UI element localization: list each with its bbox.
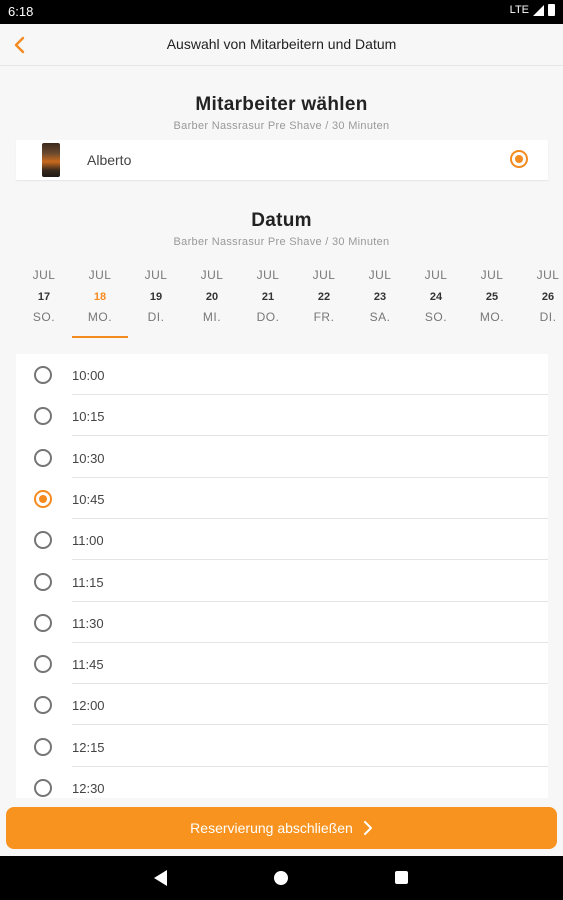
time-slot-list: 10:00 10:15 10:30 10:45 11:00 11:15 11:30 11:45… xyxy=(16,354,548,798)
date-weekday: SA. xyxy=(369,310,391,324)
date-month: JUL xyxy=(32,268,56,282)
date-item[interactable]: JUL 20 MI. xyxy=(184,264,240,340)
date-day: 26 xyxy=(541,291,555,303)
time-slot[interactable]: 11:00 xyxy=(16,519,548,561)
time-slot-label: 11:45 xyxy=(72,657,104,673)
date-weekday: MI. xyxy=(202,310,222,324)
date-item[interactable]: JUL 17 SO. xyxy=(16,264,72,340)
time-slot-label: 10:00 xyxy=(72,368,105,383)
nav-back-icon[interactable] xyxy=(154,870,167,886)
date-day: 17 xyxy=(37,291,51,303)
nav-home-icon[interactable] xyxy=(274,871,288,885)
time-slot[interactable]: 11:45 xyxy=(16,643,548,685)
battery-icon xyxy=(548,4,555,16)
date-section-title: Datum xyxy=(251,210,312,231)
date-item[interactable]: JUL 18 MO. xyxy=(72,264,128,340)
time-slot[interactable]: 10:45 xyxy=(16,478,548,519)
date-day: 23 xyxy=(373,291,387,303)
status-bar: 6:18 LTE xyxy=(0,0,563,24)
date-month: JUL xyxy=(88,268,112,282)
date-item[interactable]: JUL 21 DO. xyxy=(240,264,296,340)
date-section-subtitle: Barber Nassrasur Pre Shave / 30 Minuten xyxy=(173,236,390,248)
date-weekday: SO. xyxy=(32,310,56,324)
date-weekday: MO. xyxy=(479,310,505,324)
date-item[interactable]: JUL 24 SO. xyxy=(408,264,464,340)
date-day: 22 xyxy=(317,291,331,303)
network-type: LTE xyxy=(509,4,529,16)
date-weekday: DI. xyxy=(147,310,165,324)
date-month: JUL xyxy=(144,268,168,282)
date-day: 21 xyxy=(261,291,275,303)
date-day: 25 xyxy=(485,291,499,303)
status-icons: LTE xyxy=(510,4,555,16)
date-weekday: FR. xyxy=(313,310,335,324)
reserve-button-label: Reservierung abschließen xyxy=(190,820,353,836)
date-item[interactable]: JUL 22 FR. xyxy=(296,264,352,340)
date-day: 24 xyxy=(429,291,443,303)
time-slot[interactable]: 10:00 xyxy=(16,354,548,395)
date-day: 18 xyxy=(93,291,107,303)
date-item[interactable]: JUL 19 DI. xyxy=(128,264,184,340)
time-slot-radio[interactable] xyxy=(34,448,52,467)
chevron-right-icon xyxy=(363,821,372,835)
time-slot-label: 12:15 xyxy=(72,739,105,755)
employee-avatar xyxy=(42,143,60,177)
time-slot[interactable]: 12:00 xyxy=(16,684,548,726)
time-slot-radio[interactable] xyxy=(34,613,52,632)
app-bar: Auswahl von Mitarbeitern und Datum xyxy=(0,24,563,66)
time-slot[interactable]: 11:15 xyxy=(16,561,548,602)
time-slot-label: 11:00 xyxy=(72,533,104,549)
time-slot-radio[interactable] xyxy=(34,366,52,384)
date-month: JUL xyxy=(256,268,280,282)
time-slot-label: 10:45 xyxy=(72,491,105,507)
date-day: 20 xyxy=(205,291,219,303)
time-slot[interactable]: 12:15 xyxy=(16,726,548,767)
date-month: JUL xyxy=(200,268,224,282)
time-slot-radio[interactable] xyxy=(34,572,52,591)
status-time: 6:18 xyxy=(8,4,34,19)
time-slot-label: 11:15 xyxy=(72,574,104,590)
time-slot-label: 12:30 xyxy=(72,781,105,796)
page-title: Auswahl von Mitarbeitern und Datum xyxy=(166,36,397,52)
employee-section-subtitle: Barber Nassrasur Pre Shave / 30 Minuten xyxy=(173,120,390,132)
date-item[interactable]: JUL 23 SA. xyxy=(352,264,408,340)
time-slot-label: 11:30 xyxy=(72,615,104,631)
date-weekday: DI. xyxy=(539,310,557,324)
active-date-indicator xyxy=(72,336,128,338)
time-slot-radio[interactable] xyxy=(34,655,52,674)
employee-option[interactable]: Alberto xyxy=(16,140,548,180)
date-item[interactable]: JUL 25 MO. xyxy=(464,264,520,340)
employee-section-title: Mitarbeiter wählen xyxy=(195,94,368,115)
time-slot[interactable]: 12:30 xyxy=(16,767,548,798)
time-slot-label: 10:30 xyxy=(72,450,105,466)
date-month: JUL xyxy=(480,268,504,282)
date-month: JUL xyxy=(312,268,336,282)
nav-recents-icon[interactable] xyxy=(395,871,408,884)
employee-name: Alberto xyxy=(87,152,132,168)
time-slot-radio[interactable] xyxy=(34,407,52,426)
time-slot[interactable]: 11:30 xyxy=(16,602,548,643)
time-slot-radio[interactable] xyxy=(34,737,52,756)
date-picker[interactable]: JUL 17 SO. JUL 18 MO. JUL 19 DI. JUL 20 MI. JUL 21 DO.… xyxy=(0,264,563,342)
date-month: JUL xyxy=(536,268,560,282)
time-slot[interactable]: 10:30 xyxy=(16,437,548,478)
reserve-button[interactable]: Reservierung abschließen xyxy=(6,807,557,849)
time-slot-radio[interactable] xyxy=(34,696,52,715)
system-nav-bar xyxy=(0,856,563,900)
signal-icon xyxy=(533,4,544,16)
date-month: JUL xyxy=(424,268,448,282)
date-month: JUL xyxy=(368,268,392,282)
employee-radio[interactable] xyxy=(510,150,528,168)
time-slot-radio[interactable] xyxy=(34,779,52,797)
time-slot-label: 10:15 xyxy=(72,409,105,425)
time-slot[interactable]: 10:15 xyxy=(16,395,548,437)
date-weekday: DO. xyxy=(256,310,280,324)
time-slot-label: 12:00 xyxy=(72,698,105,714)
time-slot-radio[interactable] xyxy=(34,489,52,508)
time-slot-radio[interactable] xyxy=(34,531,52,550)
date-item[interactable]: JUL 26 DI. xyxy=(520,264,563,340)
date-weekday: SO. xyxy=(424,310,448,324)
date-day: 19 xyxy=(149,291,163,303)
date-weekday: MO. xyxy=(87,310,113,324)
